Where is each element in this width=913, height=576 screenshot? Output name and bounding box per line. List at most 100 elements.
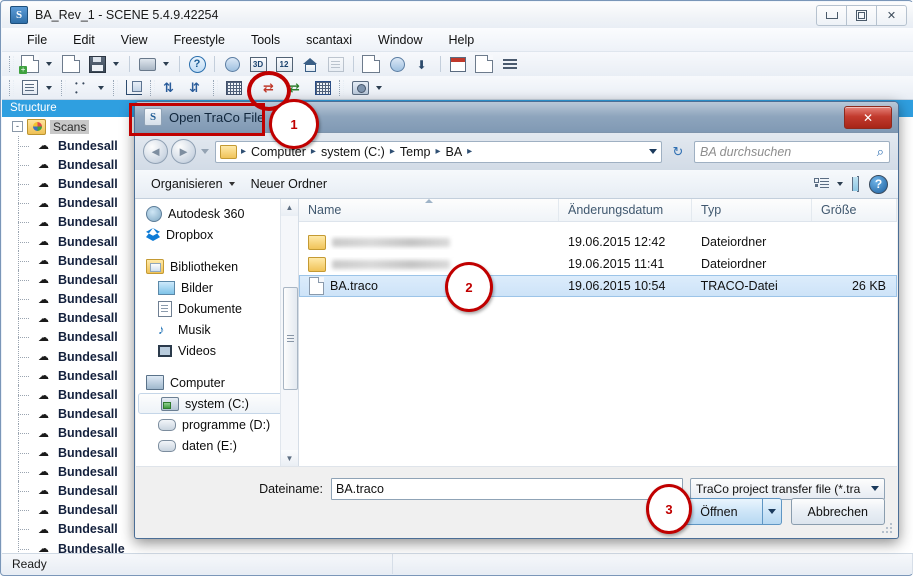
tree-item[interactable]: ☁ Bundesalle — [2, 538, 913, 554]
refresh-button[interactable]: ↻ — [667, 141, 689, 163]
view-sphere-button[interactable] — [220, 53, 244, 75]
close-button[interactable]: ✕ — [876, 5, 907, 26]
restore-button[interactable] — [846, 5, 877, 26]
menu-item-freestyle[interactable]: Freestyle — [161, 30, 238, 50]
save-button[interactable] — [85, 53, 109, 75]
menu-item-tools[interactable]: Tools — [238, 30, 293, 50]
toolbar-grip[interactable] — [339, 79, 344, 96]
navpane-item-daten-e[interactable]: daten (E:) — [136, 435, 298, 456]
navpane-item-bibliotheken[interactable]: Bibliotheken — [136, 256, 298, 277]
list-icon — [503, 58, 517, 70]
export-button[interactable] — [472, 53, 496, 75]
menu-item-file[interactable]: File — [14, 30, 60, 50]
calendar-button[interactable] — [446, 53, 470, 75]
scan-icon: ☁ — [38, 370, 49, 383]
address-dropdown-icon[interactable] — [649, 149, 657, 154]
home-view-button[interactable] — [298, 53, 322, 75]
import-button[interactable]: ⬇ — [411, 53, 435, 75]
pictures-icon — [158, 280, 175, 295]
dialog-close-button[interactable]: ✕ — [844, 106, 892, 129]
scrollbar-thumb[interactable] — [283, 287, 298, 390]
measure-button[interactable] — [348, 77, 372, 99]
menu-item-window[interactable]: Window — [365, 30, 435, 50]
organize-button[interactable]: Organisieren — [145, 174, 241, 194]
navpane-item-videos[interactable]: Videos — [136, 340, 298, 361]
drive-icon — [161, 396, 179, 411]
scroll-down-icon[interactable]: ▼ — [281, 450, 298, 467]
tree-item-label: Bundesall — [58, 503, 118, 518]
breadcrumb-temp[interactable]: Temp — [397, 145, 434, 159]
dialog-help-button[interactable]: ? — [869, 174, 888, 194]
list-button[interactable] — [498, 53, 522, 75]
navpane-item-programme-d[interactable]: programme (D:) — [136, 414, 298, 435]
new-folder-button[interactable]: Neuer Ordner — [245, 174, 333, 194]
forward-button[interactable]: ► — [171, 139, 196, 164]
column-header-typ[interactable]: Typ — [692, 199, 812, 221]
save-dropdown[interactable] — [111, 53, 124, 75]
toolbar-grip[interactable] — [9, 79, 14, 96]
breadcrumb-ba[interactable]: BA — [442, 145, 465, 159]
tree-expander-icon[interactable]: - — [12, 121, 23, 132]
register-up-button[interactable]: ⇅ — [159, 77, 183, 99]
structure-dropdown[interactable] — [44, 77, 57, 99]
table-row[interactable]: BA.traco 19.06.2015 10:54 TRACO-Datei 26 KB — [299, 275, 897, 297]
new-project-dropdown[interactable] — [44, 53, 57, 75]
point-cloud-dropdown[interactable] — [96, 77, 109, 99]
preview-pane-button[interactable] — [857, 176, 859, 192]
navpane-item-autodesk-360[interactable]: Autodesk 360 — [136, 203, 298, 224]
column-header-größe[interactable]: Größe — [812, 199, 897, 221]
toolbar-grip[interactable] — [150, 79, 155, 96]
file-type-cell: TRACO-Datei — [700, 279, 778, 293]
file-type-filter[interactable]: TraCo project transfer file (*.tra — [690, 477, 885, 500]
back-button[interactable]: ◄ — [143, 139, 168, 164]
structure-button[interactable] — [18, 77, 42, 99]
menu-item-view[interactable]: View — [108, 30, 161, 50]
open-folder-button[interactable] — [59, 53, 83, 75]
coordinate-system-button[interactable] — [122, 77, 146, 99]
navpane-scrollbar[interactable]: ▲ ▼ — [280, 199, 298, 467]
copy-button[interactable] — [359, 53, 383, 75]
help-button[interactable]: ? — [185, 53, 209, 75]
new-project-button[interactable]: + — [18, 53, 42, 75]
scan-manager-button[interactable] — [311, 77, 335, 99]
toolbar-separator — [179, 56, 180, 72]
minimize-button[interactable] — [816, 5, 847, 26]
column-header-name[interactable]: Name — [299, 199, 559, 221]
navpane-item-computer[interactable]: Computer — [136, 372, 298, 393]
view-options-button[interactable] — [814, 177, 847, 191]
cancel-button[interactable]: Abbrechen — [790, 498, 885, 525]
resize-grip[interactable] — [881, 522, 893, 534]
toolbar-grip[interactable] — [113, 79, 118, 96]
print-dropdown[interactable] — [161, 53, 174, 75]
recent-locations-dropdown-icon[interactable] — [201, 149, 209, 154]
toolbar-grip[interactable] — [213, 79, 218, 96]
table-row[interactable]: xxxxxxxxxx 19.06.2015 11:41 Dateiordner — [299, 253, 897, 275]
filename-input[interactable]: BA.traco — [331, 477, 683, 500]
navpane-item-bilder[interactable]: Bilder — [136, 277, 298, 298]
application-window: S BA_Rev_1 - SCENE 5.4.9.42254 ✕ File Ed… — [0, 0, 913, 576]
window-controls: ✕ — [816, 5, 907, 26]
navpane-item-dropbox[interactable]: Dropbox — [136, 224, 298, 245]
toolbar-grip[interactable] — [61, 79, 66, 96]
menu-item-help[interactable]: Help — [436, 30, 488, 50]
measure-dropdown[interactable] — [374, 77, 387, 99]
menu-item-edit[interactable]: Edit — [60, 30, 108, 50]
open-button-dropdown[interactable] — [762, 498, 782, 525]
column-header-änderungsdatum[interactable]: Änderungsdatum — [559, 199, 692, 221]
toolbar-grip[interactable] — [9, 56, 14, 72]
register-down-button[interactable]: ⇵ — [185, 77, 209, 99]
table-row[interactable]: xxxxxxxxxx 19.06.2015 12:42 Dateiordner — [299, 231, 897, 253]
breadcrumb-separator-icon: ▸ — [435, 146, 441, 157]
point-cloud-button[interactable] — [70, 77, 94, 99]
search-box[interactable]: BA durchsuchen ⌕ — [694, 140, 890, 163]
breadcrumb-system-c[interactable]: system (C:) — [318, 145, 388, 159]
search-input[interactable]: BA durchsuchen — [700, 145, 877, 159]
globe-button[interactable] — [385, 53, 409, 75]
print-button[interactable] — [135, 53, 159, 75]
menu-item-scantaxi[interactable]: scantaxi — [293, 30, 365, 50]
navpane-item-musik[interactable]: ♪ Musik — [136, 319, 298, 340]
grid-button[interactable] — [222, 77, 246, 99]
navpane-item-system-c[interactable]: system (C:) — [138, 393, 294, 414]
scroll-up-icon[interactable]: ▲ — [281, 199, 298, 216]
navpane-item-dokumente[interactable]: Dokumente — [136, 298, 298, 319]
